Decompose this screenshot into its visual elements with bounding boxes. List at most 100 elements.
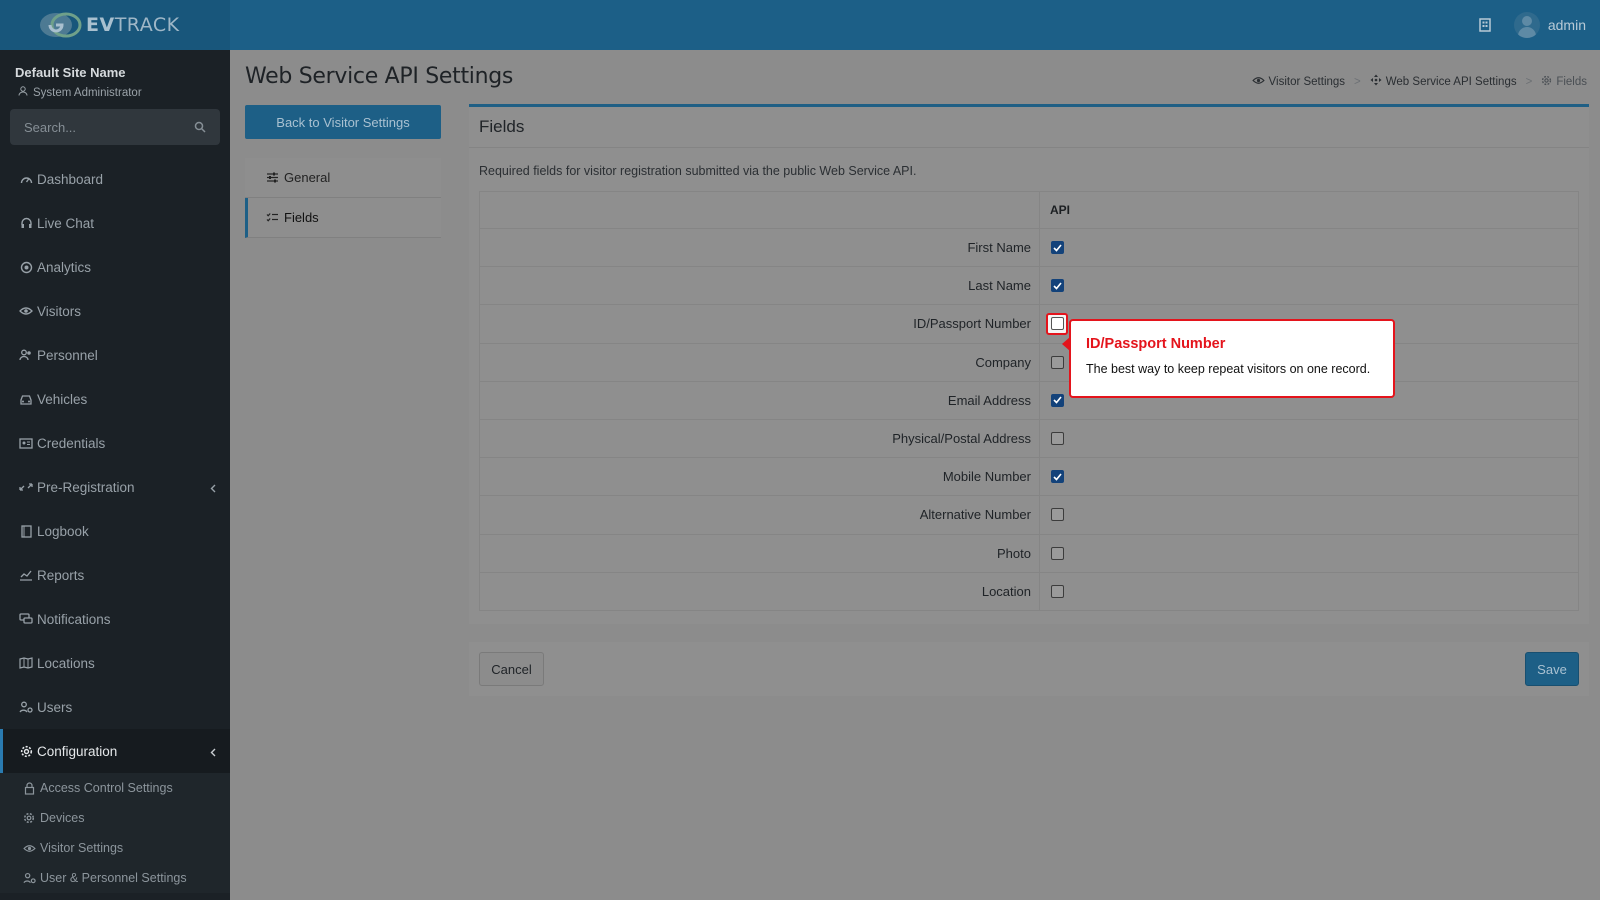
- tooltip-popover: ID/Passport Number The best way to keep …: [1062, 319, 1395, 398]
- highlight-box: [1046, 312, 1068, 335]
- headset-icon: [19, 216, 33, 230]
- sidebar-item-live-chat[interactable]: Live Chat: [0, 201, 230, 245]
- field-label: Location: [480, 572, 1040, 610]
- tab-general[interactable]: General: [245, 158, 441, 198]
- sidebar-item-personnel[interactable]: Personnel: [0, 333, 230, 377]
- sidebar-subitem-user-personnel-settings[interactable]: User & Personnel Settings: [0, 863, 230, 893]
- cog-icon: [22, 811, 36, 825]
- sidebar-item-credentials[interactable]: Credentials: [0, 421, 230, 465]
- building-icon[interactable]: [1476, 16, 1494, 34]
- logo-mark-icon: [38, 10, 84, 40]
- table-row: Physical/Postal Address: [480, 418, 1578, 458]
- sidebar-item-pre-registration[interactable]: Pre-Registration: [0, 465, 230, 509]
- sidebar-subitem-devices[interactable]: Devices: [0, 803, 230, 833]
- eye-icon: [22, 841, 36, 855]
- breadcrumb: Visitor Settings > Web Service API Setti…: [1251, 74, 1587, 89]
- field-checkbox-mobile-number[interactable]: [1050, 470, 1064, 484]
- sidebar-item-visitors[interactable]: Visitors: [0, 289, 230, 333]
- field-label: Alternative Number: [480, 496, 1040, 534]
- username: admin: [1547, 17, 1586, 33]
- car-icon: [19, 392, 33, 406]
- exchange-icon: [19, 480, 33, 494]
- site-name: Default Site Name: [15, 65, 126, 80]
- field-checkbox-email-address[interactable]: [1050, 393, 1064, 407]
- map-icon: [19, 656, 33, 670]
- search-input[interactable]: [10, 109, 220, 145]
- sidebar-subitem-visitor-settings[interactable]: Visitor Settings: [0, 833, 230, 863]
- sidebar-item-locations[interactable]: Locations: [0, 641, 230, 685]
- sidebar-item-logbook[interactable]: Logbook: [0, 509, 230, 553]
- sidebar-item-vehicles[interactable]: Vehicles: [0, 377, 230, 421]
- top-navbar: EVTRACK admin: [0, 0, 1600, 50]
- eye-icon: [19, 304, 33, 318]
- field-label: Last Name: [480, 267, 1040, 305]
- sidebar-nav: Dashboard Live Chat Analytics Visitors P…: [0, 157, 230, 893]
- tooltip-body: The best way to keep repeat visitors on …: [1086, 362, 1371, 376]
- tooltip-title: ID/Passport Number: [1086, 336, 1226, 352]
- field-checkbox-photo[interactable]: [1050, 546, 1064, 560]
- sidebar-subitem-access-control-settings[interactable]: Access Control Settings: [0, 773, 230, 803]
- tab-fields[interactable]: Fields: [245, 198, 441, 238]
- logo[interactable]: EVTRACK: [0, 0, 230, 50]
- field-label: ID/Passport Number: [480, 305, 1040, 343]
- cancel-button[interactable]: Cancel: [479, 652, 544, 686]
- field-checkbox-physical-postal-address[interactable]: [1050, 432, 1064, 446]
- gear-icon: [19, 744, 33, 758]
- field-checkbox-location[interactable]: [1050, 584, 1064, 598]
- sidebar-search: [10, 109, 220, 145]
- users-icon: [19, 348, 33, 362]
- logo-text: EVTRACK: [86, 14, 180, 36]
- field-label: Email Address: [480, 381, 1040, 419]
- search-icon[interactable]: [194, 120, 206, 138]
- book-icon: [19, 524, 33, 538]
- gauge-icon: [19, 172, 33, 186]
- table-row: Mobile Number: [480, 457, 1578, 496]
- target-icon: [19, 260, 33, 274]
- sidebar-item-reports[interactable]: Reports: [0, 553, 230, 597]
- sidebar-item-configuration[interactable]: Configuration: [0, 729, 230, 773]
- table-row: ID/Passport Number: [480, 304, 1578, 343]
- chevron-left-icon[interactable]: [210, 745, 216, 760]
- cog-icon: [1541, 75, 1552, 89]
- breadcrumb-fields: Fields: [1541, 75, 1587, 89]
- back-to-visitor-settings-button[interactable]: Back to Visitor Settings: [245, 105, 441, 139]
- breadcrumb-web-service-api-settings[interactable]: Web Service API Settings: [1370, 74, 1517, 89]
- chart-icon: [19, 568, 33, 582]
- avatar: [1513, 12, 1540, 38]
- id-card-icon: [19, 436, 33, 450]
- table-row: Company: [480, 342, 1578, 381]
- arrows-icon: [1370, 74, 1382, 89]
- field-checkbox-first-name[interactable]: [1050, 241, 1064, 255]
- field-label: Physical/Postal Address: [480, 419, 1040, 458]
- main-content: Web Service API Settings Visitor Setting…: [230, 50, 1600, 900]
- field-checkbox-last-name[interactable]: [1050, 279, 1064, 293]
- user-menu[interactable]: admin: [1513, 12, 1586, 38]
- panel-description: Required fields for visitor registration…: [479, 164, 917, 178]
- sidebar-item-users[interactable]: Users: [0, 685, 230, 729]
- table-row: First Name: [480, 228, 1578, 267]
- comments-icon: [19, 612, 33, 626]
- chevron-left-icon[interactable]: [210, 481, 216, 496]
- form-actions: Cancel Save: [469, 642, 1589, 696]
- field-checkbox-company[interactable]: [1050, 355, 1064, 369]
- tasks-icon: [265, 211, 279, 225]
- user-cog-icon: [22, 871, 36, 885]
- table-header-row: API: [480, 192, 1578, 228]
- field-checkbox-alternative-number[interactable]: [1050, 508, 1064, 522]
- table-row: Email Address: [480, 380, 1578, 419]
- save-button[interactable]: Save: [1525, 652, 1579, 686]
- lock-icon: [22, 781, 36, 795]
- sidebar-item-notifications[interactable]: Notifications: [0, 597, 230, 641]
- fields-panel: Fields Required fields for visitor regis…: [469, 104, 1589, 624]
- sidebar-item-dashboard[interactable]: Dashboard: [0, 157, 230, 201]
- user-role: System Administrator: [0, 80, 230, 99]
- field-label: First Name: [480, 229, 1040, 267]
- sidebar-item-analytics[interactable]: Analytics: [0, 245, 230, 289]
- breadcrumb-visitor-settings[interactable]: Visitor Settings: [1251, 76, 1345, 88]
- eye-icon: [1251, 76, 1265, 88]
- field-checkbox-id-passport-number[interactable]: [1050, 317, 1064, 331]
- field-label: Company: [480, 343, 1040, 381]
- field-label: Mobile Number: [480, 458, 1040, 496]
- table-row: Alternative Number: [480, 495, 1578, 534]
- breadcrumb-separator: >: [1354, 75, 1361, 88]
